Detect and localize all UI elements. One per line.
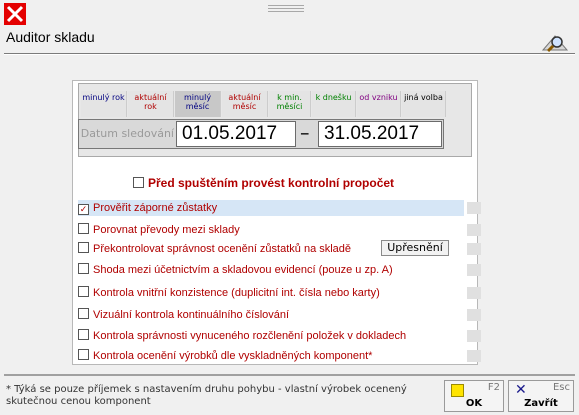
- footnote: * Týká se pouze příjemek s nastavením dr…: [6, 384, 407, 407]
- checkbox-checked[interactable]: ✓: [78, 204, 89, 215]
- status-indicator: [467, 287, 481, 299]
- tab-since-start[interactable]: od vzniku: [357, 91, 401, 117]
- check-label: Překontrolovat správnost ocenění zůstatk…: [93, 243, 352, 255]
- close-icon[interactable]: [4, 3, 26, 25]
- check-label: Shoda mezi účetnictvím a skladovou evide…: [93, 264, 393, 276]
- tab-current-month[interactable]: aktuální měsíc: [222, 91, 268, 117]
- pre-check-label: Před spuštěním provést kontrolní propoče…: [148, 176, 395, 190]
- checkbox[interactable]: [78, 242, 89, 253]
- checkbox[interactable]: [78, 349, 89, 360]
- check-label: Prověřit záporné zůstatky: [93, 202, 218, 214]
- drag-grip[interactable]: [268, 5, 304, 15]
- check-negative-balances[interactable]: ✓ Prověřit záporné zůstatky: [78, 200, 464, 216]
- tab-label: k dnešku: [315, 93, 352, 102]
- status-indicator: [467, 243, 481, 255]
- check-numbering[interactable]: Vizuální kontrola kontinuálního číslován…: [78, 307, 289, 323]
- tab-label: jiná volba: [404, 93, 443, 102]
- ok-shortcut: F2: [487, 382, 500, 393]
- title-divider: [4, 53, 575, 55]
- check-item-split[interactable]: Kontrola správnosti vynuceného rozčleněn…: [78, 328, 406, 344]
- checkbox[interactable]: [78, 308, 89, 319]
- check-label: Porovnat převody mezi sklady: [93, 224, 240, 236]
- tab-other[interactable]: jiná volba: [402, 91, 446, 117]
- status-indicator: [467, 350, 481, 362]
- check-accounting-match[interactable]: Shoda mezi účetnictvím a skladovou evide…: [78, 262, 393, 278]
- tab-last-month[interactable]: minulý měsíc: [175, 91, 221, 117]
- status-indicator: [467, 309, 481, 321]
- date-separator: –: [300, 122, 310, 144]
- check-transfers[interactable]: Porovnat převody mezi sklady: [78, 222, 240, 238]
- status-indicator: [467, 202, 481, 214]
- status-indicator: [467, 224, 481, 236]
- checkbox[interactable]: [78, 223, 89, 234]
- tab-label: minulý měsíc: [183, 93, 212, 111]
- tab-to-last-month[interactable]: k min. měsíci: [269, 91, 311, 117]
- status-indicator: [467, 330, 481, 342]
- ok-icon: [451, 384, 464, 397]
- close-button[interactable]: ✕ Esc Zavřít: [508, 380, 574, 412]
- tab-label: aktuální rok: [134, 93, 167, 111]
- checkbox[interactable]: [78, 329, 89, 340]
- close-shortcut: Esc: [552, 382, 570, 393]
- checkbox[interactable]: [133, 177, 144, 188]
- check-valuation[interactable]: Překontrolovat správnost ocenění zůstatk…: [78, 241, 351, 257]
- footer-divider: [4, 374, 575, 376]
- tab-label: minulý rok: [82, 93, 125, 102]
- window-title: Auditor skladu: [6, 29, 95, 45]
- close-x-icon: ✕: [515, 382, 527, 398]
- close-label: Zavřít: [524, 398, 558, 409]
- check-product-valuation[interactable]: Kontrola ocenění výrobků dle vyskladněný…: [78, 348, 372, 364]
- check-consistency[interactable]: Kontrola vnitřní konzistence (duplicitní…: [78, 285, 380, 301]
- date-to-field[interactable]: 31.05.2017: [318, 121, 442, 147]
- tab-label: k min. měsíci: [276, 93, 303, 111]
- magnifier-tool-icon[interactable]: [541, 32, 569, 54]
- tab-label: od vzniku: [359, 93, 398, 102]
- ok-button[interactable]: F2 OK: [444, 380, 504, 412]
- check-label: Vizuální kontrola kontinuálního číslován…: [93, 309, 290, 321]
- status-indicator: [467, 264, 481, 276]
- pre-check-option[interactable]: Před spuštěním provést kontrolní propoče…: [133, 176, 394, 190]
- tab-to-today[interactable]: k dnešku: [312, 91, 356, 117]
- ok-label: OK: [465, 398, 483, 409]
- checkbox[interactable]: [78, 286, 89, 297]
- date-label: Datum sledování: [80, 127, 174, 140]
- check-label: Kontrola správnosti vynuceného rozčleněn…: [93, 330, 407, 342]
- check-label: Kontrola vnitřní konzistence (duplicitní…: [93, 287, 380, 299]
- tab-label: aktuální měsíc: [228, 93, 261, 111]
- checkbox[interactable]: [78, 263, 89, 274]
- check-label: Kontrola ocenění výrobků dle vyskladněný…: [93, 350, 373, 362]
- date-from-field[interactable]: 01.05.2017: [176, 121, 296, 147]
- tab-current-year[interactable]: aktuální rok: [128, 91, 174, 117]
- detail-button[interactable]: Upřesnění: [381, 240, 449, 256]
- tab-last-year[interactable]: minulý rok: [81, 91, 127, 117]
